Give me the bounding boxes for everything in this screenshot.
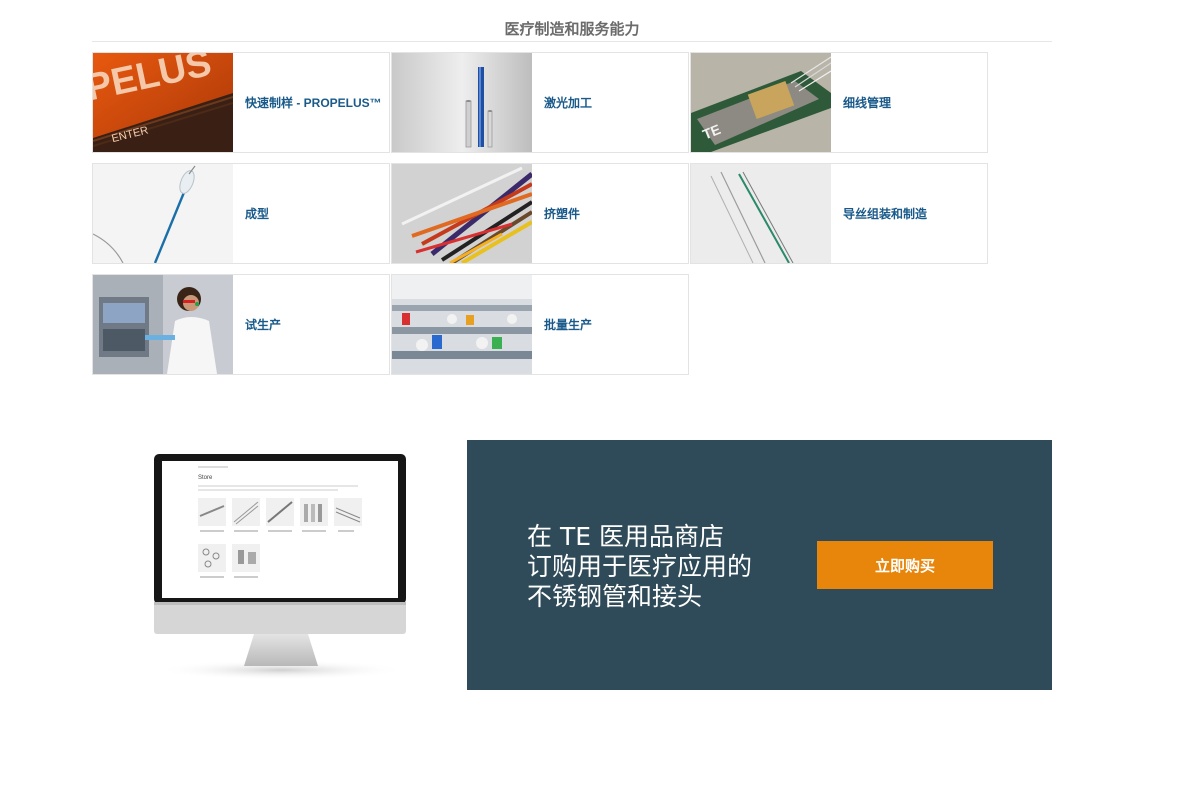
molding-image [93, 164, 233, 263]
promo-headline: 在 TE 医用品商店 订购用于医疗应用的 不锈钢管和接头 [527, 522, 817, 612]
section-title: 医疗制造和服务能力 [504, 21, 640, 38]
capability-card-guidewire[interactable]: 导丝组装和制造 [690, 163, 988, 264]
store-screen-heading: Store [198, 475, 213, 481]
guidewire-image [691, 164, 831, 263]
capability-label[interactable]: 快速制样 - PROPELUS™ [233, 53, 389, 152]
capability-card-rapid-prototyping[interactable]: PELUS ENTER 快速制样 - PROPELUS™ [92, 52, 390, 153]
section-divider [92, 41, 1052, 42]
capability-label[interactable]: 成型 [233, 164, 389, 263]
capability-label[interactable]: 试生产 [233, 275, 389, 374]
laser-processing-image [392, 53, 532, 152]
rapid-prototyping-image: PELUS ENTER [93, 53, 233, 152]
pilot-production-image [93, 275, 233, 374]
buy-now-button[interactable]: 立即购买 [817, 541, 993, 589]
capability-label[interactable]: 激光加工 [532, 53, 688, 152]
store-monitor-image: Store [150, 452, 412, 682]
capability-card-laser-processing[interactable]: 激光加工 [391, 52, 689, 153]
fine-wire-management-image: TE [691, 53, 831, 152]
promo-line-2: 订购用于医疗应用的 [527, 552, 753, 581]
volume-production-image [392, 275, 532, 374]
capability-label[interactable]: 细线管理 [831, 53, 987, 152]
capability-card-molding[interactable]: 成型 [92, 163, 390, 264]
capability-label[interactable]: 批量生产 [532, 275, 688, 374]
capability-label[interactable]: 挤塑件 [532, 164, 688, 263]
capability-card-fine-wire-management[interactable]: TE 细线管理 [690, 52, 988, 153]
promo-line-1: 在 TE 医用品商店 [527, 522, 724, 551]
capability-card-pilot-production[interactable]: 试生产 [92, 274, 390, 375]
store-promo-banner: 在 TE 医用品商店 订购用于医疗应用的 不锈钢管和接头 立即购买 [467, 440, 1052, 690]
capability-label[interactable]: 导丝组装和制造 [831, 164, 987, 263]
capability-card-volume-production[interactable]: 批量生产 [391, 274, 689, 375]
extrusion-image [392, 164, 532, 263]
promo-line-3: 不锈钢管和接头 [527, 582, 703, 611]
page: 医疗制造和服务能力 PELUS ENTER 快速制样 - PROPELUS™ 激… [0, 0, 1200, 791]
capability-card-extrusion[interactable]: 挤塑件 [391, 163, 689, 264]
